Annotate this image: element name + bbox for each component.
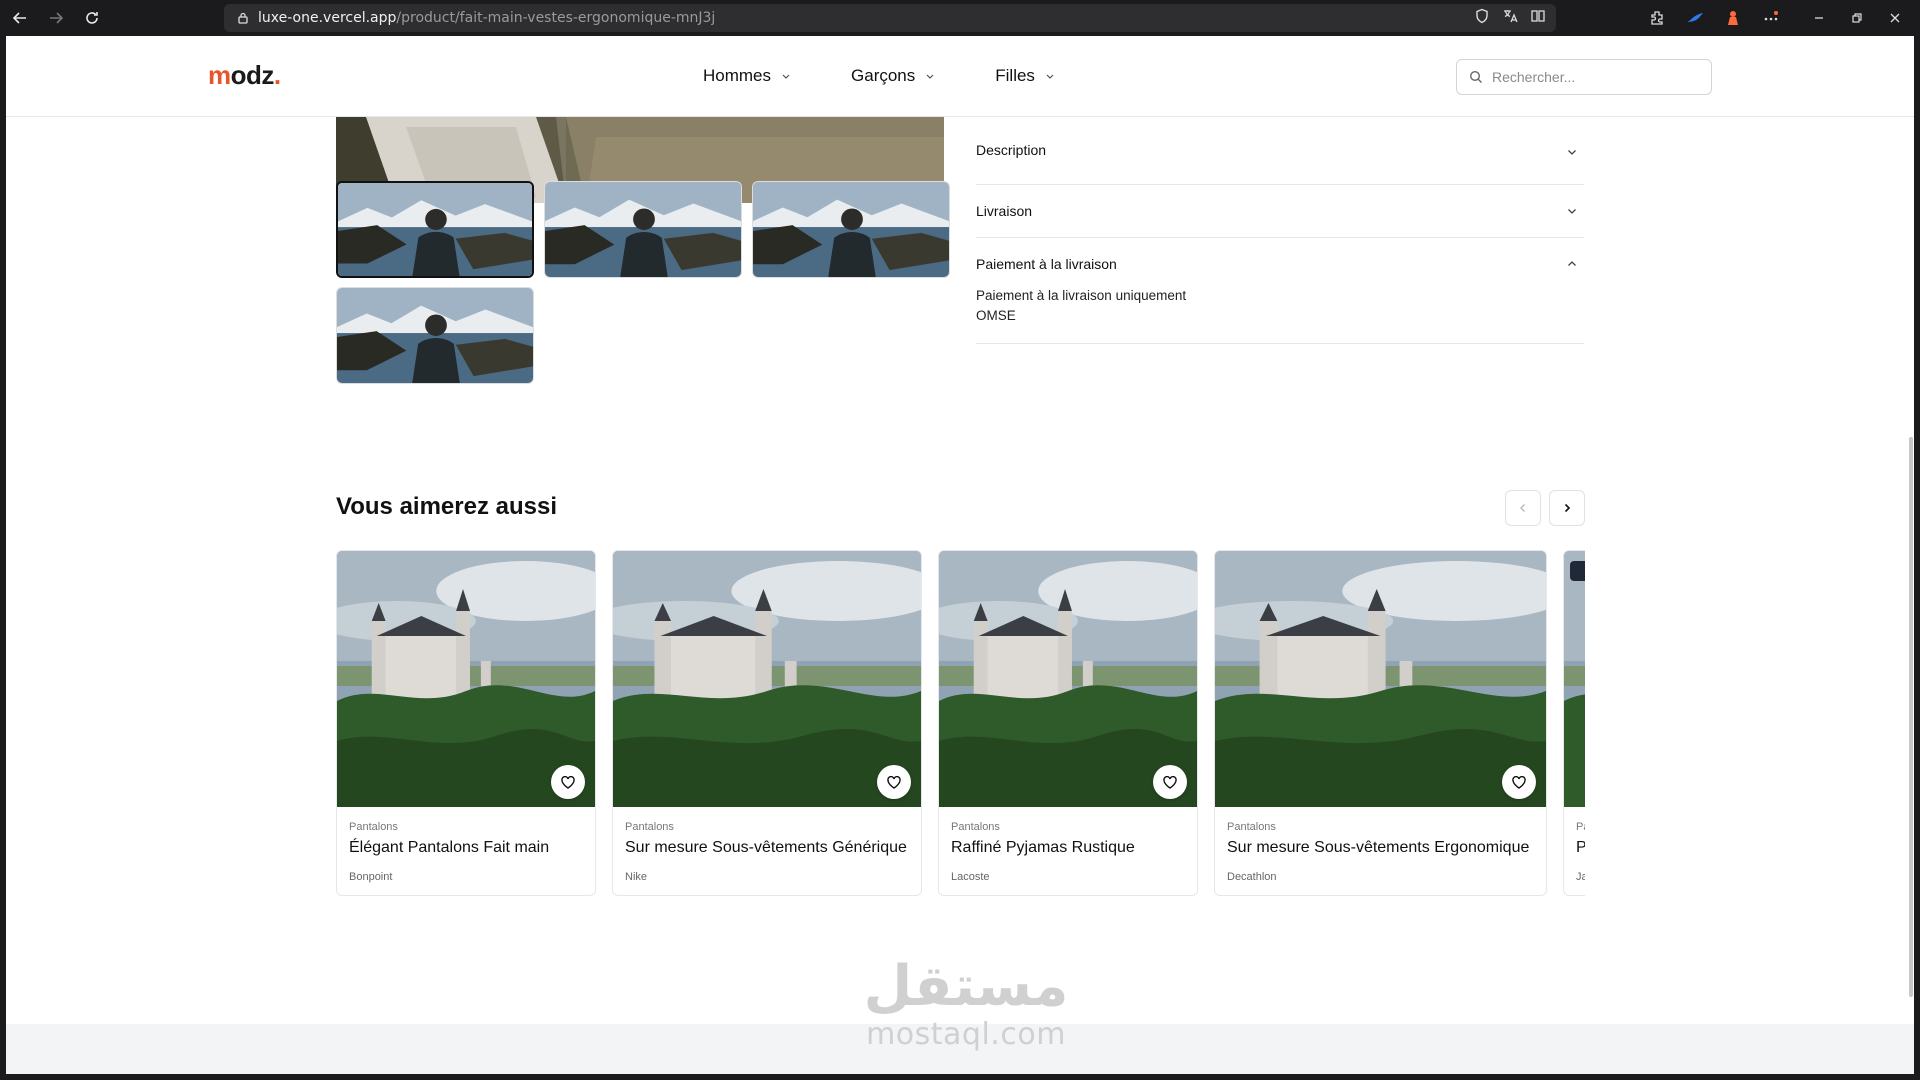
product-category: Pantalons — [951, 821, 1000, 833]
watermark-latin: mostaql.com — [866, 1017, 1066, 1052]
translate-icon[interactable] — [1502, 8, 1518, 24]
product-brand: Bonpoint — [349, 871, 393, 883]
back-icon[interactable] — [2, 0, 38, 36]
product-card[interactable]: Pa P Ja — [1563, 550, 1585, 896]
chevron-down-icon — [1046, 74, 1054, 79]
chevron-left-icon — [1520, 504, 1525, 512]
nav-label: Hommes — [703, 66, 772, 85]
scrollbar[interactable] — [1908, 117, 1914, 1017]
product-brand: Decathlon — [1227, 871, 1277, 883]
chevron-down-icon — [926, 74, 934, 79]
accordion-label: Description — [976, 142, 1047, 158]
thumbnail-3[interactable] — [752, 181, 950, 278]
chevron-down-icon — [1568, 150, 1576, 155]
thumbnail-4[interactable] — [336, 287, 534, 384]
wishlist-button[interactable] — [877, 765, 911, 799]
main-nav: Hommes Garçons Filles — [703, 66, 1055, 86]
payment-note: Paiement à la livraison uniquement — [976, 288, 1187, 303]
product-name[interactable]: Sur mesure Sous-vêtements Générique — [625, 839, 907, 857]
restore-icon[interactable] — [1846, 7, 1868, 29]
nav-label: Filles — [995, 66, 1035, 85]
product-image[interactable] — [613, 551, 921, 807]
product-name[interactable]: Sur mesure Sous-vêtements Ergonomique — [1227, 839, 1529, 857]
nav-label: Garçons — [851, 66, 916, 85]
extension-figure-icon[interactable] — [1722, 7, 1744, 29]
forward-icon[interactable] — [38, 0, 74, 36]
extension-wave-icon[interactable] — [1684, 7, 1706, 29]
thumbnail-2[interactable] — [544, 181, 742, 278]
product-category: Pantalons — [349, 821, 398, 833]
wishlist-button[interactable] — [551, 765, 585, 799]
scrollbar-thumb[interactable] — [1909, 437, 1913, 997]
carousel-next-button[interactable] — [1549, 490, 1585, 526]
chevron-right-icon — [1564, 503, 1571, 513]
minimize-icon[interactable] — [1808, 7, 1830, 29]
accordion-paiement-content: Paiement à la livraison uniquement OMSE — [976, 286, 1584, 343]
accordion-paiement[interactable]: Paiement à la livraison Paiement à la li… — [976, 238, 1584, 344]
accordion-livraison[interactable]: Livraison — [976, 185, 1584, 238]
extensions-icon[interactable] — [1646, 7, 1668, 29]
url-host: luxe-one.vercel.app — [258, 10, 397, 26]
heart-icon — [1512, 775, 1526, 789]
heart-icon — [561, 775, 575, 789]
product-badge — [1570, 561, 1585, 581]
product-image[interactable] — [1564, 551, 1585, 807]
product-card[interactable]: Pantalons Raffiné Pyjamas Rustique Lacos… — [938, 550, 1198, 896]
product-card[interactable]: Pantalons Élégant Pantalons Fait main Bo… — [336, 550, 596, 896]
logo-dot: . — [273, 60, 281, 90]
reload-icon[interactable] — [74, 0, 110, 36]
logo-text: odz — [230, 60, 275, 90]
product-category: Pantalons — [625, 821, 674, 833]
chevron-up-icon — [1568, 261, 1576, 266]
search-input[interactable] — [1492, 69, 1692, 85]
product-accordion: Description Livraison Paiement à la livr… — [976, 142, 1584, 344]
search-icon — [1469, 70, 1482, 83]
wishlist-button[interactable] — [1153, 765, 1187, 799]
product-brand: Ja — [1576, 871, 1585, 883]
nav-item-garcons[interactable]: Garçons — [851, 66, 935, 86]
product-brand: Nike — [625, 871, 648, 883]
watermark: مستقل mostaql.com — [846, 956, 1086, 1052]
heart-icon — [887, 775, 901, 789]
close-window-icon[interactable] — [1884, 7, 1906, 29]
nav-item-filles[interactable]: Filles — [995, 66, 1055, 86]
product-category: Pantalons — [1227, 821, 1276, 833]
carousel-prev-button[interactable] — [1505, 490, 1541, 526]
reader-icon[interactable] — [1530, 8, 1546, 24]
search-box[interactable] — [1456, 59, 1712, 95]
heart-icon — [1163, 775, 1177, 789]
browser-toolbar: luxe-one.vercel.app/product/fait-main-ve… — [0, 0, 1920, 36]
product-card[interactable]: Pantalons Sur mesure Sous-vêtements Géné… — [612, 550, 922, 896]
site-logo[interactable]: modz. — [208, 60, 281, 91]
url-path: /product/fait-main-vestes-ergonomique-mn… — [396, 10, 716, 26]
accordion-label: Paiement à la livraison — [976, 256, 1117, 272]
related-products-title: Vous aimerez aussi — [336, 493, 557, 520]
wishlist-button[interactable] — [1502, 765, 1536, 799]
chevron-down-icon — [782, 74, 790, 79]
lock-icon — [238, 12, 248, 24]
page-viewport: modz. Hommes Garçons Filles Rechercher..… — [6, 36, 1914, 1074]
payment-code: OMSE — [976, 308, 1016, 323]
product-card[interactable]: Pantalons Sur mesure Sous-vêtements Ergo… — [1214, 550, 1547, 896]
related-products-carousel: Pantalons Élégant Pantalons Fait main Bo… — [336, 550, 1585, 900]
shield-icon[interactable] — [1474, 8, 1490, 24]
product-name[interactable]: Raffiné Pyjamas Rustique — [951, 839, 1135, 857]
accordion-description[interactable]: Description — [976, 142, 1584, 185]
menu-dots-icon[interactable] — [1760, 7, 1782, 29]
product-image[interactable] — [1215, 551, 1546, 807]
product-category: Pa — [1576, 821, 1585, 833]
chevron-down-icon — [1568, 209, 1576, 214]
address-bar[interactable]: luxe-one.vercel.app/product/fait-main-ve… — [224, 4, 1556, 32]
product-name[interactable]: P — [1576, 839, 1585, 857]
thumbnail-1[interactable] — [336, 181, 534, 278]
product-name[interactable]: Élégant Pantalons Fait main — [349, 839, 549, 857]
watermark-arabic: مستقل — [863, 954, 1069, 1019]
nav-item-hommes[interactable]: Hommes — [703, 66, 791, 86]
product-brand: Lacoste — [951, 871, 990, 883]
accordion-label: Livraison — [976, 203, 1033, 219]
logo-m: m — [208, 60, 231, 90]
site-header: modz. Hommes Garçons Filles — [6, 36, 1914, 117]
